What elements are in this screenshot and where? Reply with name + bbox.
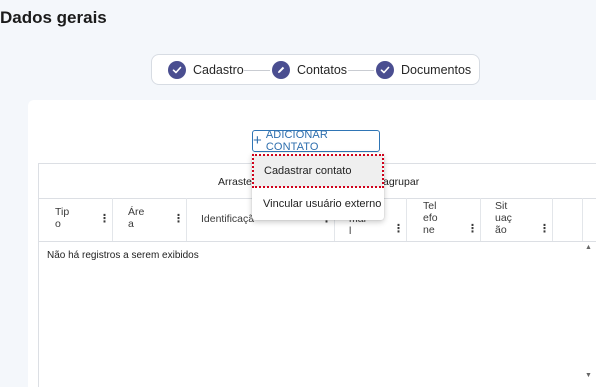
column-menu-icon[interactable]: ⋮: [467, 222, 478, 235]
column-menu-icon[interactable]: ⋮: [539, 222, 550, 235]
step-documentos[interactable]: Documentos: [376, 60, 471, 80]
add-contact-button[interactable]: + ADICIONAR CONTATO: [252, 129, 380, 153]
add-contact-label: ADICIONAR CONTATO: [265, 129, 328, 153]
menu-item-cadastrar-contato[interactable]: Cadastrar contato: [252, 154, 384, 188]
column-header-actions: [553, 198, 583, 241]
group-panel-text: Arraste: [218, 176, 252, 188]
column-header-telefone[interactable]: Tel efo ne ⋮: [407, 198, 481, 241]
step-cadastro[interactable]: Cadastro: [168, 60, 244, 80]
step-connector: [244, 70, 270, 71]
plus-icon: +: [253, 132, 262, 149]
column-menu-icon[interactable]: ⋮: [393, 222, 404, 235]
column-title: Áre a: [128, 206, 145, 230]
check-icon: [168, 61, 186, 79]
check-icon: [376, 61, 394, 79]
step-connector: [348, 70, 374, 71]
column-menu-icon[interactable]: ⋮: [173, 212, 184, 225]
step-contatos[interactable]: Contatos: [272, 60, 347, 80]
menu-item-vincular-usuario[interactable]: Vincular usuário externo: [252, 188, 384, 220]
add-contact-dropdown: Cadastrar contato Vincular usuário exter…: [252, 153, 384, 220]
pencil-icon: [272, 61, 290, 79]
page-title: Dados gerais: [0, 8, 107, 27]
group-panel-text: agrupar: [383, 176, 420, 188]
column-title: Tel efo ne: [423, 200, 438, 236]
wizard-stepper: Cadastro Contatos Documentos: [151, 54, 480, 85]
step-label: Contatos: [297, 63, 348, 77]
column-header-situacao[interactable]: Sit uaç ão ⋮: [481, 198, 553, 241]
empty-message: Não há registros a serem exibidos: [47, 250, 199, 261]
column-header-tipo[interactable]: Tip o ⋮: [39, 198, 113, 241]
step-label: Cadastro: [193, 63, 244, 77]
menu-item-label: Cadastrar contato: [264, 165, 352, 177]
column-header-area[interactable]: Áre a ⋮: [113, 198, 187, 241]
column-title: Identificaçã: [201, 213, 255, 225]
step-label: Documentos: [401, 63, 472, 77]
menu-item-label: Vincular usuário externo: [263, 198, 382, 210]
column-title: Tip o: [55, 206, 70, 230]
scroll-down-arrow-icon[interactable]: ▼: [585, 372, 592, 379]
column-title: Sit uaç ão: [495, 200, 512, 236]
scroll-up-arrow-icon[interactable]: ▲: [585, 244, 592, 251]
column-menu-icon[interactable]: ⋮: [99, 212, 110, 225]
